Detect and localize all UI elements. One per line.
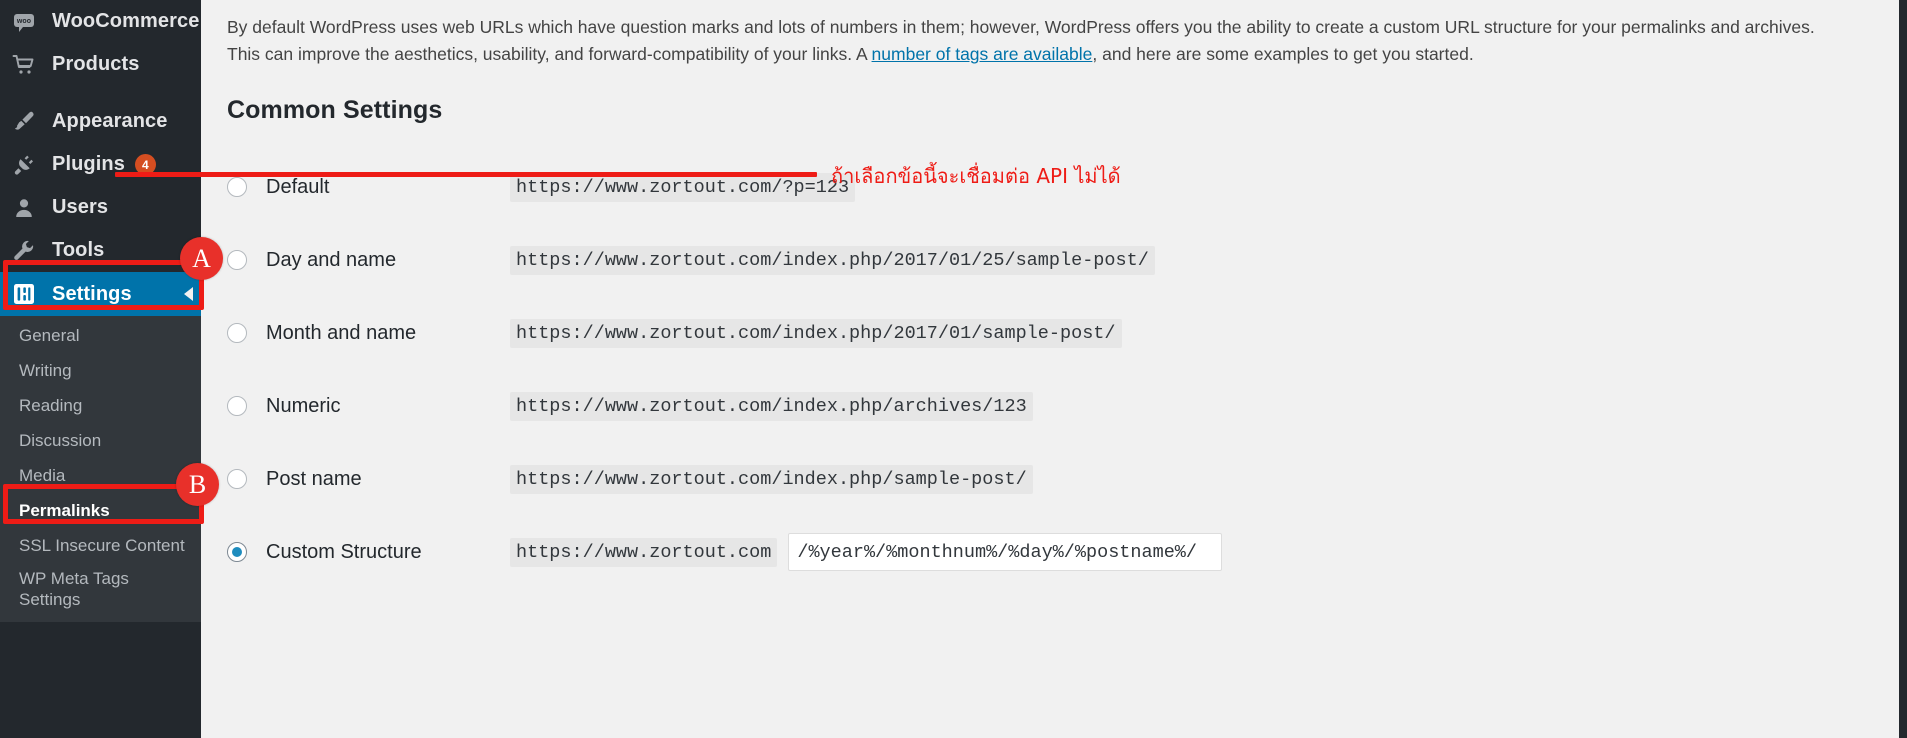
table-row: Numeric https://www.zortout.com/index.ph… [227, 370, 1527, 443]
permalinks-settings-page: By default WordPress uses web URLs which… [115, 0, 1907, 738]
option-label-default: Default [266, 175, 330, 198]
option-url-day-and-name: https://www.zortout.com/index.php/2017/0… [510, 245, 1155, 275]
cart-icon [11, 52, 37, 78]
callout-badge-a: A [180, 237, 223, 280]
page-title: Common Settings [227, 95, 443, 124]
admin-sidebar: woo WooCommerce Products Appearance Plug… [0, 0, 201, 738]
table-row: Month and name https://www.zortout.com/i… [227, 297, 1527, 370]
radio-custom-structure[interactable] [227, 542, 247, 563]
highlight-box-settings [3, 260, 204, 310]
radio-default[interactable] [227, 177, 247, 198]
paintbrush-icon [11, 109, 37, 135]
intro-paragraph: By default WordPress uses web URLs which… [227, 14, 1852, 69]
sidebar-item-label: Tools [52, 239, 105, 261]
sidebar-item-label: WooCommerce [52, 10, 200, 32]
sidebar-item-reading[interactable]: Reading [0, 389, 201, 424]
permalink-options-table: Default https://www.zortout.com/?p=123 D… [227, 151, 1527, 589]
sidebar-item-writing[interactable]: Writing [0, 354, 201, 389]
radio-month-and-name[interactable] [227, 323, 247, 344]
screenshot-root: woo WooCommerce Products Appearance Plug… [0, 0, 1907, 738]
sidebar-item-label: Products [52, 53, 140, 75]
option-label-day-and-name: Day and name [266, 248, 397, 271]
option-url-post-name: https://www.zortout.com/index.php/sample… [510, 464, 1033, 494]
option-label-month-and-name: Month and name [266, 321, 417, 344]
radio-day-and-name[interactable] [227, 250, 247, 271]
right-edge-strip [1899, 0, 1907, 738]
svg-text:woo: woo [16, 18, 31, 25]
table-row: Custom Structure https://www.zortout.com [227, 516, 1527, 589]
table-row: Day and name https://www.zortout.com/ind… [227, 224, 1527, 297]
option-url-numeric: https://www.zortout.com/index.php/archiv… [510, 391, 1033, 421]
option-label-custom-structure: Custom Structure [266, 540, 422, 563]
option-url-month-and-name: https://www.zortout.com/index.php/2017/0… [510, 318, 1122, 348]
intro-text-after-link: , and here are some examples to get you … [1092, 44, 1474, 65]
sidebar-item-users[interactable]: Users [0, 186, 201, 229]
table-row: Post name https://www.zortout.com/index.… [227, 443, 1527, 516]
sidebar-item-label: Appearance [52, 110, 168, 132]
sidebar-item-wp-meta-tags-settings[interactable]: WP Meta Tags Settings [0, 564, 140, 615]
strikethrough-line-default [115, 172, 817, 177]
woocommerce-icon: woo [11, 9, 37, 35]
radio-numeric[interactable] [227, 396, 247, 417]
sidebar-item-appearance[interactable]: Appearance [0, 100, 201, 143]
sidebar-item-plugins[interactable]: Plugins 4 [0, 143, 201, 186]
plug-icon [11, 152, 37, 178]
sidebar-item-woocommerce[interactable]: woo WooCommerce [0, 0, 201, 43]
option-label-post-name: Post name [266, 467, 362, 490]
settings-submenu: General Writing Reading Discussion Media… [0, 316, 201, 623]
option-label-numeric: Numeric [266, 394, 341, 417]
sidebar-item-label: Plugins [52, 153, 125, 175]
user-icon [11, 195, 37, 221]
sidebar-item-products[interactable]: Products [0, 43, 201, 86]
radio-post-name[interactable] [227, 469, 247, 490]
sidebar-item-general[interactable]: General [0, 319, 201, 354]
custom-structure-base-url: https://www.zortout.com [510, 537, 778, 567]
tags-available-link[interactable]: number of tags are available [872, 44, 1093, 64]
sidebar-item-ssl-insecure-content[interactable]: SSL Insecure Content [0, 529, 201, 564]
custom-structure-input[interactable] [788, 533, 1223, 572]
thai-warning-note: ถ้าเลือกข้อนี้จะเชื่อมต่อ API ไม่ได้ [831, 164, 1121, 188]
highlight-box-permalinks [3, 484, 204, 524]
callout-badge-b: B [176, 463, 219, 506]
sidebar-item-discussion[interactable]: Discussion [0, 424, 201, 459]
sidebar-item-label: Users [52, 196, 109, 218]
